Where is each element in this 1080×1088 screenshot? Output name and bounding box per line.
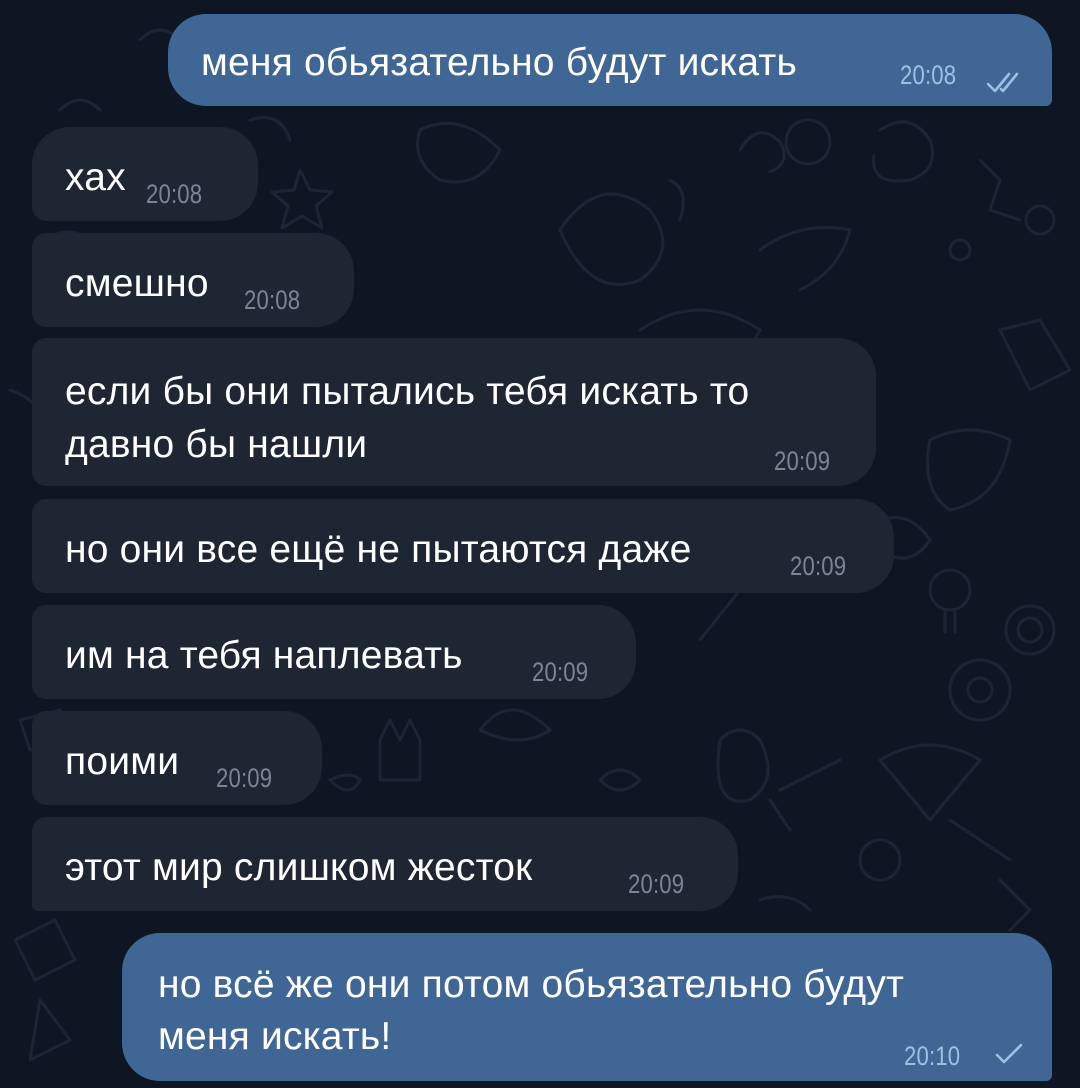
chat-message-list[interactable]: меня обьязательно будут искать 20:08 хах… [0,0,1080,1088]
message-text-line-1: но всё же они потом обьязательно будут [158,963,905,1006]
message-bubble-incoming[interactable]: этот мир слишком жесток 20:09 [32,817,738,911]
message-bubble-outgoing[interactable]: меня обьязательно будут искать 20:08 [168,14,1052,106]
message-text: меня обьязательно будут искать [201,41,797,84]
message-text: этот мир слишком жесток [65,846,533,889]
message-time: 20:10 [904,1041,961,1071]
message-bubble-incoming[interactable]: если бы они пытались тебя искать то давн… [32,338,876,486]
message-text: им на тебя наплевать [65,634,463,677]
double-check-icon [986,72,1019,93]
message-bubble-incoming[interactable]: хах 20:08 [32,127,258,221]
message-text: поими [65,740,180,783]
message-text: смешно [65,262,209,305]
message-text-line-2: меня искать! [158,1015,392,1058]
message-bubble-incoming[interactable]: им на тебя наплевать 20:09 [32,605,636,699]
message-text: но они все ещё не пытаются даже [65,528,692,571]
message-time: 20:09 [774,446,831,476]
message-text-line-1: если бы они пытались тебя искать то [65,370,750,413]
message-time: 20:09 [532,657,589,687]
single-check-icon [995,1043,1023,1064]
message-bubble-incoming[interactable]: поими 20:09 [32,711,322,805]
message-text: хах [65,156,126,199]
message-time: 20:08 [146,179,203,209]
message-time: 20:09 [790,551,847,581]
message-time: 20:09 [628,869,685,899]
message-time: 20:09 [216,763,273,793]
message-bubble-incoming[interactable]: смешно 20:08 [32,233,354,327]
message-bubble-incoming[interactable]: но они все ещё не пытаются даже 20:09 [32,499,894,593]
message-time: 20:08 [244,285,301,315]
message-bubble-outgoing[interactable]: но всё же они потом обьязательно будут м… [122,933,1052,1081]
message-text-line-2: давно бы нашли [65,423,368,466]
message-time: 20:08 [900,60,957,90]
